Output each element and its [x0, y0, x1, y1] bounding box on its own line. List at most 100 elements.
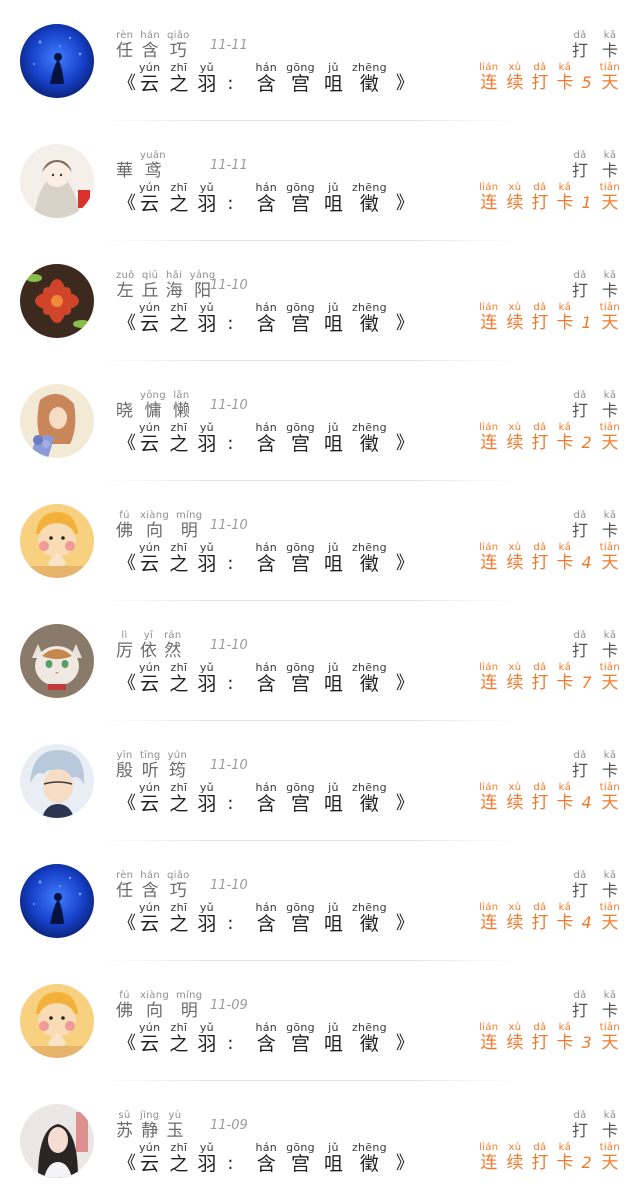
checkin-label-pinyin: dǎ: [573, 150, 587, 161]
checkin-label[interactable]: dǎ 打 kǎ 卡: [558, 510, 618, 541]
title-part-pinyin: gōng: [286, 661, 315, 674]
checkin-label[interactable]: dǎ 打 kǎ 卡: [558, 150, 618, 181]
avatar[interactable]: [20, 1104, 94, 1178]
checkin-label-hanzi: 卡: [601, 761, 618, 780]
checkin-row[interactable]: sū 苏 jìng 静 yù 玉 11-09 《 yún 云 zhī 之 yǔ 羽: hán 含 gōng 宫 jǔ…: [0, 1080, 640, 1200]
checkin-row[interactable]: lì 厉 yī 依 rán 然 11-10 《 yún 云 zhī 之 yǔ 羽: hán 含 gōng 宫 jǔ 咀…: [0, 600, 640, 720]
checkin-label[interactable]: dǎ 打 kǎ 卡: [558, 630, 618, 661]
user-name-pinyin: qiǎo: [167, 870, 190, 881]
title-part-pinyin: zhēng: [351, 1021, 387, 1034]
title-series-hanzi: 云: [140, 1153, 160, 1175]
title-part-char: gōng 宫: [286, 1142, 315, 1175]
user-name[interactable]: rèn 任 hán 含 qiǎo 巧: [116, 870, 197, 901]
title-part-pinyin: hán: [255, 781, 278, 794]
title-series-hanzi: 云: [140, 913, 160, 935]
title-series-hanzi: 羽: [197, 1153, 217, 1175]
user-name-char: yún 筠: [168, 750, 188, 781]
title-part-char: jǔ 咀: [324, 1022, 343, 1055]
avatar[interactable]: [20, 984, 94, 1058]
avatar[interactable]: [20, 744, 94, 818]
title-part-pinyin: gōng: [286, 1021, 315, 1034]
checkin-label-char: kǎ 卡: [602, 510, 618, 541]
checkin-row[interactable]: rèn 任 hán 含 qiǎo 巧 11-10 《 yún 云 zhī 之 yǔ 羽: hán 含 gōng 宫…: [0, 840, 640, 960]
avatar[interactable]: [20, 144, 94, 218]
checkin-label-hanzi: 卡: [601, 281, 618, 300]
avatar[interactable]: [20, 864, 94, 938]
checkin-label[interactable]: dǎ 打 kǎ 卡: [558, 990, 618, 1021]
streak-days: 4: [581, 913, 592, 932]
title-series-hanzi: 云: [140, 673, 160, 695]
user-name-pinyin: lǎn: [173, 390, 190, 401]
user-name[interactable]: yīn 殷 tīng 听 yún 筠: [116, 750, 194, 781]
checkin-row[interactable]: 晓 yōng 慵 lǎn 懒 11-10 《 yún 云 zhī 之 yǔ 羽: hán 含 gōng 宫 jǔ 咀…: [0, 360, 640, 480]
checkin-row[interactable]: rèn 任 hán 含 qiǎo 巧 11-11 《 yún 云 zhī 之 yǔ 羽: hán 含 gōng 宫…: [0, 0, 640, 120]
checkin-row[interactable]: zuǒ 左 qiū 丘 hǎi 海 yáng 阳 11-10 《 yún 云 zhī 之 yǔ 羽: hán 含 g…: [0, 240, 640, 360]
checkin-label[interactable]: dǎ 打 kǎ 卡: [558, 870, 618, 901]
title-part-pinyin: jǔ: [328, 901, 339, 914]
title-series-hanzi: 之: [169, 1153, 189, 1175]
streak-unit-pinyin: tiān: [599, 542, 620, 553]
user-name[interactable]: 晓 yōng 慵 lǎn 懒: [116, 390, 197, 421]
title-series-hanzi: 羽: [197, 193, 217, 215]
checkin-label[interactable]: dǎ 打 kǎ 卡: [558, 390, 618, 421]
streak-hanzi: 连: [480, 913, 498, 933]
checkin-row[interactable]: 華 yuān 鸢 11-11 《 yún 云 zhī 之 yǔ 羽: hán 含 gōng 宫 jǔ 咀 zhēn…: [0, 120, 640, 240]
checkin-label-char: dǎ 打: [572, 1110, 588, 1141]
title-series-pinyin: zhī: [170, 421, 188, 434]
streak-days: 2: [581, 1153, 592, 1172]
user-name[interactable]: zuǒ 左 qiū 丘 hǎi 海 yáng 阳: [116, 270, 223, 301]
user-name-pinyin: [123, 150, 126, 161]
checkin-row[interactable]: fú 佛 xiàng 向 míng 明 11-10 《 yún 云 zhī 之 yǔ 羽: hán 含 gōng…: [0, 480, 640, 600]
book-title: 《 yún 云 zhī 之 yǔ 羽: hán 含 gōng 宫 jǔ 咀 zhēng 徵》: [118, 1022, 414, 1055]
user-name[interactable]: lì 厉 yī 依 rán 然: [116, 630, 188, 661]
user-name[interactable]: fú 佛 xiàng 向 míng 明: [116, 990, 209, 1021]
avatar[interactable]: [20, 24, 94, 98]
checkin-label[interactable]: dǎ 打 kǎ 卡: [558, 30, 618, 61]
avatar[interactable]: [20, 264, 94, 338]
avatar[interactable]: [20, 384, 94, 458]
streak-unit-pinyin: tiān: [599, 422, 620, 433]
streak-hanzi: 续: [506, 553, 524, 573]
checkin-label-pinyin: dǎ: [573, 270, 587, 281]
checkin-label[interactable]: dǎ 打 kǎ 卡: [558, 270, 618, 301]
user-name-char: hán 含: [140, 30, 160, 61]
title-part-char: hán 含: [255, 782, 277, 815]
user-name-pinyin: míng: [176, 990, 203, 1001]
title-part-hanzi: 咀: [323, 553, 343, 575]
user-name[interactable]: fú 佛 xiàng 向 míng 明: [116, 510, 209, 541]
title-part-char: jǔ 咀: [324, 422, 343, 455]
title-series-pinyin: zhī: [170, 301, 188, 314]
streak-char: xù 续: [506, 422, 523, 453]
title-part-pinyin: gōng: [286, 1141, 315, 1154]
checkin-label-hanzi: 打: [571, 161, 588, 180]
user-name-hanzi: 静: [141, 1121, 159, 1141]
checkin-label[interactable]: dǎ 打 kǎ 卡: [558, 1110, 618, 1141]
streak-badge: lián 连 xù 续 dǎ 打 kǎ 卡 2 tiān 天: [471, 422, 620, 453]
user-name-pinyin: jìng: [140, 1110, 160, 1121]
title-part-hanzi: 咀: [323, 73, 343, 95]
streak-hanzi: 连: [480, 73, 498, 93]
title-colon: :: [227, 193, 234, 214]
streak-hanzi: 打: [531, 73, 549, 93]
user-name[interactable]: sū 苏 jìng 静 yù 玉: [116, 1110, 190, 1141]
user-name[interactable]: rèn 任 hán 含 qiǎo 巧: [116, 30, 197, 61]
checkin-row[interactable]: yīn 殷 tīng 听 yún 筠 11-10 《 yún 云 zhī 之 yǔ 羽: hán 含 gōng 宫…: [0, 720, 640, 840]
title-part-hanzi: 徵: [359, 313, 379, 335]
user-name[interactable]: 華 yuān 鸢: [116, 150, 173, 181]
title-open-bracket: 《: [118, 553, 136, 574]
streak-char: kǎ 卡: [556, 62, 573, 93]
streak-pinyin: lián: [479, 302, 499, 313]
checkin-label[interactable]: dǎ 打 kǎ 卡: [558, 750, 618, 781]
checkin-label-char: kǎ 卡: [602, 750, 618, 781]
checkin-label-char: kǎ 卡: [602, 30, 618, 61]
streak-char: dǎ 打: [531, 782, 548, 813]
streak-hanzi: 打: [531, 673, 549, 693]
user-name-char: qiǎo 巧: [167, 870, 190, 901]
avatar[interactable]: [20, 624, 94, 698]
title-part-char: jǔ 咀: [324, 662, 343, 695]
title-series-pinyin: yún: [139, 661, 161, 674]
avatar[interactable]: [20, 504, 94, 578]
checkin-row[interactable]: fú 佛 xiàng 向 míng 明 11-09 《 yún 云 zhī 之 yǔ 羽: hán 含 gōng…: [0, 960, 640, 1080]
checkin-label-char: kǎ 卡: [602, 1110, 618, 1141]
streak-badge: lián 连 xù 续 dǎ 打 kǎ 卡 5 tiān 天: [471, 62, 620, 93]
